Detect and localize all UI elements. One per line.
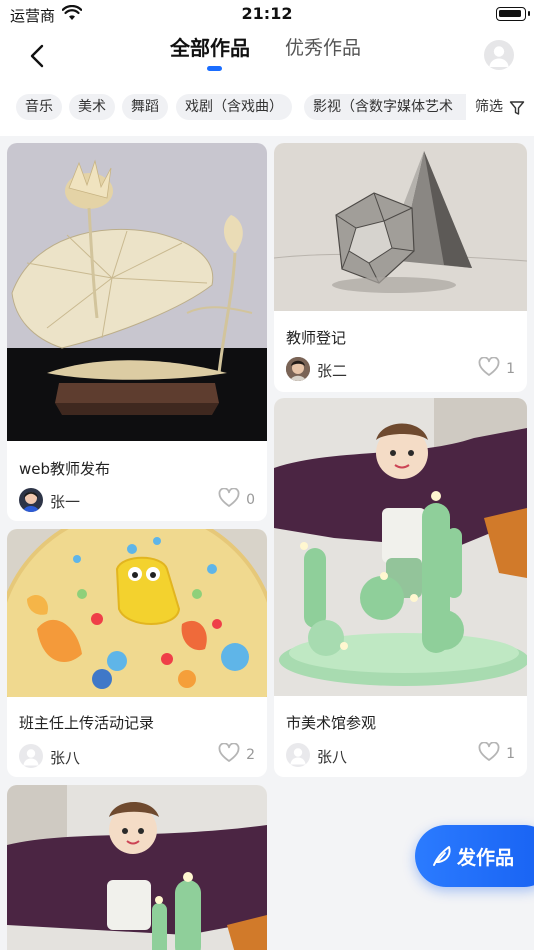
user-avatar-icon — [286, 743, 310, 767]
author-name: 张一 — [50, 493, 81, 511]
author-avatar — [19, 488, 43, 512]
like-count: 1 — [506, 746, 515, 762]
navigation-bar: 全部作品 优秀作品 — [0, 30, 534, 86]
like-button[interactable]: 2 — [218, 742, 255, 767]
chip-fine-arts[interactable]: 美术 — [69, 94, 115, 120]
work-card[interactable]: 教师登记 张二 1 — [274, 143, 527, 392]
work-title: 市美术馆参观 — [286, 714, 377, 732]
chip-drama[interactable]: 戏剧（含戏曲） — [176, 94, 292, 120]
active-tab-indicator — [207, 66, 222, 71]
author-name: 张二 — [317, 362, 348, 380]
user-avatar-icon[interactable] — [484, 40, 514, 70]
heart-icon — [218, 487, 240, 512]
author-avatar — [286, 357, 310, 381]
work-image-clay-cactus — [274, 398, 527, 696]
author-name: 张八 — [50, 749, 81, 767]
like-button[interactable]: 0 — [218, 487, 255, 512]
like-count: 0 — [246, 492, 255, 508]
work-card[interactable] — [7, 785, 267, 950]
feather-icon — [430, 844, 454, 872]
heart-icon — [218, 742, 240, 767]
like-count: 1 — [506, 361, 515, 377]
funnel-icon[interactable] — [509, 100, 525, 120]
work-card[interactable]: 班主任上传活动记录 张八 2 — [7, 529, 267, 777]
clock: 21:12 — [241, 4, 293, 23]
chip-music[interactable]: 音乐 — [16, 94, 62, 120]
work-image-clay-plate — [7, 529, 267, 697]
publish-work-button[interactable]: 发作品 — [415, 825, 534, 887]
chip-dance[interactable]: 舞蹈 — [122, 94, 168, 120]
work-title: 教师登记 — [286, 329, 347, 347]
publish-work-label: 发作品 — [457, 847, 515, 869]
like-button[interactable]: 1 — [478, 741, 515, 766]
status-bar: 运营商 21:12 — [0, 0, 534, 30]
filter-button[interactable]: 筛选 — [473, 94, 503, 120]
author-name: 张八 — [317, 748, 348, 766]
tab-excellent-works[interactable]: 优秀作品 — [285, 33, 361, 60]
chip-film[interactable]: 影视（含数字媒体艺术 — [304, 94, 466, 120]
heart-icon — [478, 356, 500, 381]
work-image-pencil-sketch — [274, 143, 527, 311]
like-button[interactable]: 1 — [478, 356, 515, 381]
heart-icon — [478, 741, 500, 766]
work-card[interactable]: web教师发布 张一 0 — [7, 143, 267, 521]
like-count: 2 — [246, 747, 255, 763]
user-avatar-icon — [19, 744, 43, 768]
chevron-left-icon[interactable] — [22, 40, 54, 72]
battery-icon — [496, 7, 530, 21]
work-title: web教师发布 — [19, 460, 111, 478]
work-image-clay-cactus — [7, 785, 267, 950]
tab-all-works[interactable]: 全部作品 — [170, 32, 250, 61]
category-filter-bar: 音乐 美术 舞蹈 戏剧（含戏曲） 影视（含数字媒体艺术 筛选 — [0, 86, 534, 136]
work-card[interactable]: 市美术馆参观 张八 1 — [274, 398, 527, 777]
work-image-paper-lotus — [7, 143, 267, 441]
work-title: 班主任上传活动记录 — [19, 714, 155, 732]
